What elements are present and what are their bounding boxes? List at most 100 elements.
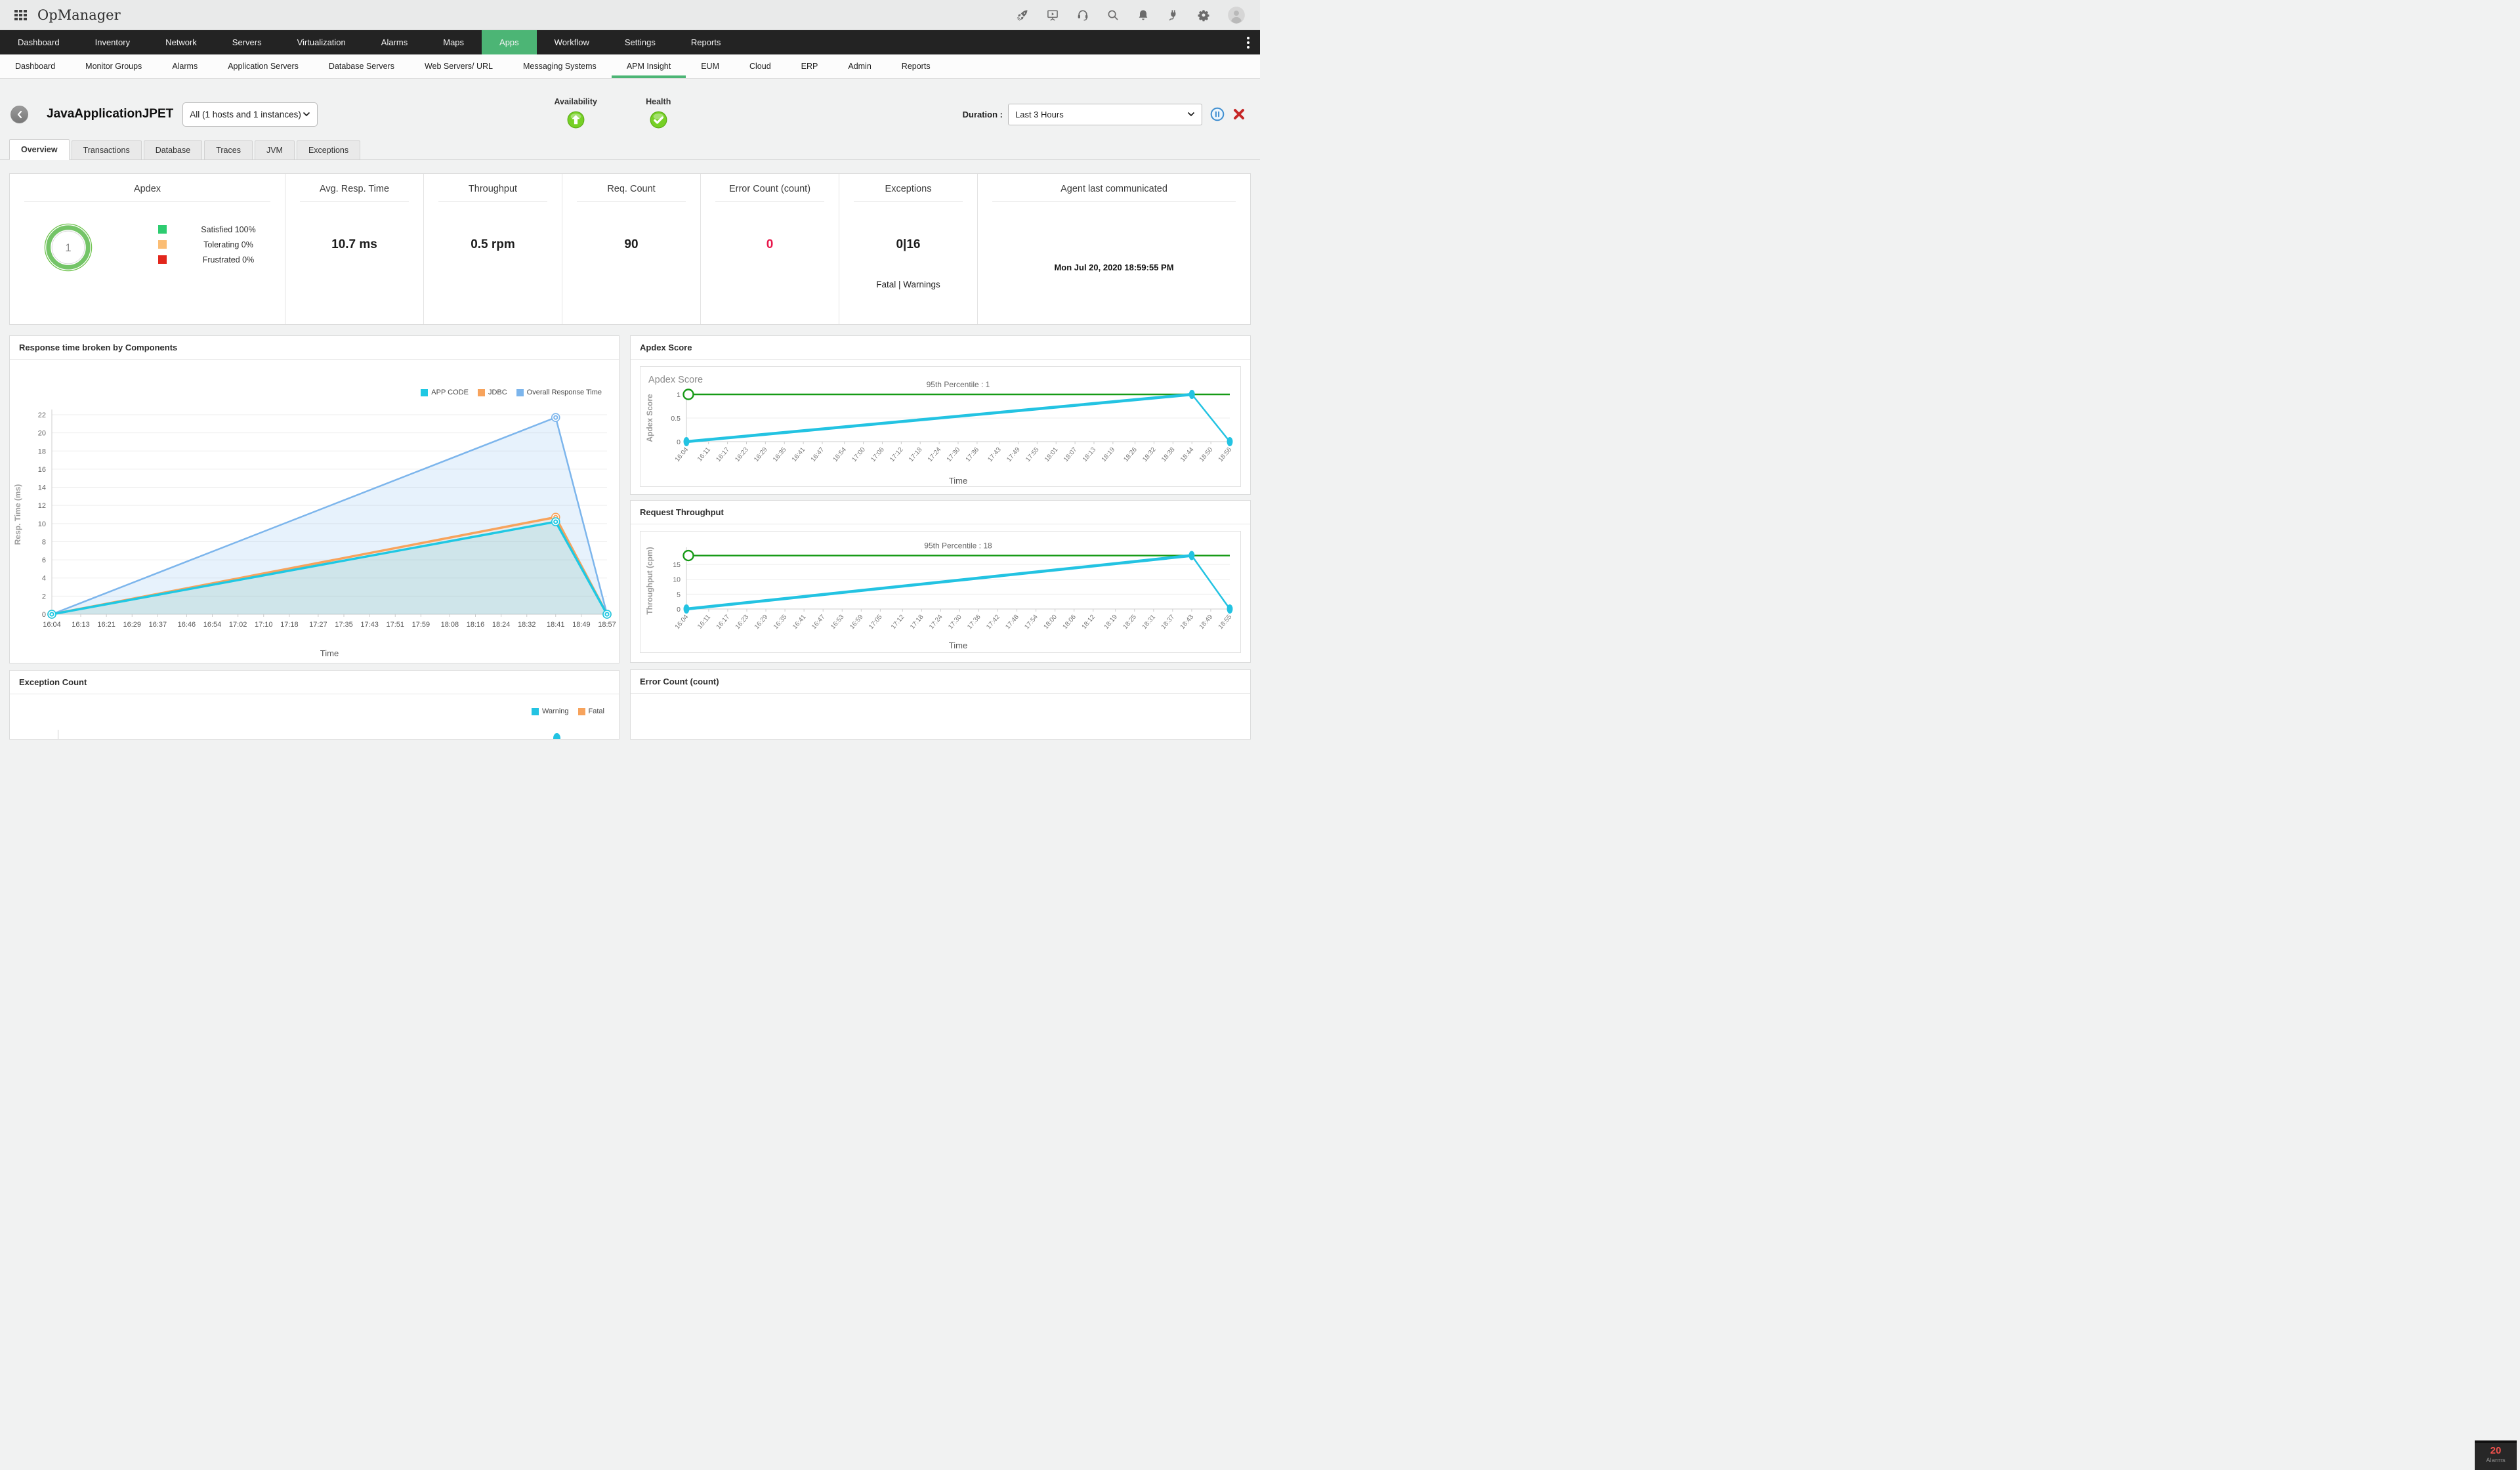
- nav-inventory[interactable]: Inventory: [77, 30, 148, 54]
- svg-text:16:21: 16:21: [97, 621, 116, 629]
- settings-gear-icon[interactable]: [1197, 9, 1210, 22]
- support-headset-icon[interactable]: [1076, 9, 1089, 22]
- tolerating-swatch: [158, 240, 167, 249]
- svg-text:18:32: 18:32: [1141, 446, 1158, 464]
- user-avatar[interactable]: [1227, 6, 1246, 24]
- legend-item-overall-response-time[interactable]: Overall Response Time: [516, 388, 602, 396]
- svg-text:16:35: 16:35: [772, 446, 788, 464]
- nav-apps[interactable]: Apps: [482, 30, 537, 54]
- tab-jvm[interactable]: JVM: [255, 140, 295, 159]
- svg-text:16:11: 16:11: [696, 614, 712, 631]
- error-count-panel-title: Error Count (count): [631, 670, 1250, 694]
- exceptions-value[interactable]: 0|16: [839, 238, 977, 252]
- pause-refresh-button[interactable]: [1210, 107, 1225, 121]
- duration-group: Duration : Last 3 Hours: [963, 104, 1246, 125]
- host-instance-select[interactable]: All (1 hosts and 1 instances): [182, 102, 318, 127]
- health-block: Health: [634, 97, 682, 132]
- plugin-icon[interactable]: [1167, 9, 1180, 22]
- tab-overview[interactable]: Overview: [9, 139, 70, 160]
- subnav-alarms[interactable]: Alarms: [157, 54, 213, 78]
- subnav-apm-insight[interactable]: APM Insight: [612, 54, 686, 78]
- kebab-menu-icon[interactable]: [1236, 30, 1260, 54]
- tab-database[interactable]: Database: [144, 140, 203, 159]
- legend-item-warning[interactable]: Warning: [532, 707, 569, 715]
- tab-traces[interactable]: Traces: [204, 140, 253, 159]
- subnav-web-servers-url[interactable]: Web Servers/ URL: [410, 54, 508, 78]
- svg-text:18:24: 18:24: [492, 621, 511, 629]
- svg-text:Apdex Score: Apdex Score: [645, 394, 654, 442]
- svg-text:18:13: 18:13: [1082, 446, 1098, 464]
- req-count-card: Req. Count 90: [562, 174, 701, 324]
- nav-settings[interactable]: Settings: [607, 30, 673, 54]
- nav-servers[interactable]: Servers: [215, 30, 280, 54]
- nav-maps[interactable]: Maps: [425, 30, 482, 54]
- subnav-reports[interactable]: Reports: [887, 54, 946, 78]
- svg-text:17:43: 17:43: [360, 621, 379, 629]
- tab-transactions[interactable]: Transactions: [72, 140, 142, 159]
- svg-text:Throughput (cpm): Throughput (cpm): [645, 547, 654, 614]
- svg-text:18:31: 18:31: [1141, 614, 1158, 631]
- close-button[interactable]: [1232, 108, 1246, 121]
- svg-text:16:46: 16:46: [178, 621, 196, 629]
- nav-alarms[interactable]: Alarms: [364, 30, 425, 54]
- nav-reports[interactable]: Reports: [673, 30, 739, 54]
- svg-text:17:12: 17:12: [889, 446, 905, 464]
- svg-text:16: 16: [38, 466, 46, 474]
- legend-swatch: [478, 389, 485, 396]
- rocket-icon[interactable]: [1016, 9, 1029, 22]
- subnav-cloud[interactable]: Cloud: [734, 54, 786, 78]
- svg-text:16:41: 16:41: [791, 614, 808, 631]
- nav-workflow[interactable]: Workflow: [537, 30, 607, 54]
- svg-text:17:54: 17:54: [1023, 614, 1040, 631]
- notifications-bell-icon[interactable]: [1137, 9, 1150, 22]
- svg-text:16:04: 16:04: [674, 446, 690, 464]
- svg-text:17:30: 17:30: [946, 446, 962, 464]
- subnav-database-servers[interactable]: Database Servers: [314, 54, 410, 78]
- error-count-value[interactable]: 0: [701, 238, 839, 252]
- apdex-card: Apdex 1 Satisfied 100% Tolerating 0%: [10, 174, 285, 324]
- svg-text:16:41: 16:41: [791, 446, 807, 464]
- subnav-messaging-systems[interactable]: Messaging Systems: [508, 54, 612, 78]
- legend-row-tolerating: Tolerating 0%: [158, 240, 265, 249]
- subnav-dashboard[interactable]: Dashboard: [0, 54, 70, 78]
- frustrated-swatch: [158, 255, 167, 264]
- apps-grid-icon[interactable]: [14, 10, 27, 20]
- subnav-application-servers[interactable]: Application Servers: [213, 54, 314, 78]
- back-button[interactable]: [10, 106, 28, 123]
- nav-virtualization[interactable]: Virtualization: [280, 30, 364, 54]
- monitor-tabs: Overview Transactions Database Traces JV…: [0, 139, 1260, 160]
- apdex-score-value: 1: [65, 242, 71, 254]
- subnav-erp[interactable]: ERP: [786, 54, 833, 78]
- demo-player-icon[interactable]: [1046, 9, 1059, 22]
- subnav-eum[interactable]: EUM: [686, 54, 734, 78]
- svg-text:5: 5: [677, 591, 681, 598]
- legend-label: JDBC: [488, 388, 507, 396]
- svg-text:18:25: 18:25: [1122, 614, 1139, 631]
- svg-text:14: 14: [38, 484, 46, 492]
- request-throughput-title: Request Throughput: [631, 501, 1250, 524]
- apdex-score-title: Apdex Score: [631, 336, 1250, 360]
- legend-item-app-code[interactable]: APP CODE: [421, 388, 469, 396]
- duration-select[interactable]: Last 3 Hours: [1008, 104, 1202, 125]
- exception-count-legend: Warning Fatal: [532, 707, 604, 715]
- close-icon: [1232, 108, 1246, 121]
- svg-text:16:35: 16:35: [772, 614, 789, 631]
- nav-dashboard[interactable]: Dashboard: [0, 30, 77, 54]
- svg-text:17:02: 17:02: [229, 621, 247, 629]
- svg-text:18:37: 18:37: [1160, 614, 1177, 631]
- subnav-monitor-groups[interactable]: Monitor Groups: [70, 54, 157, 78]
- legend-item-fatal[interactable]: Fatal: [578, 707, 604, 715]
- nav-network[interactable]: Network: [148, 30, 215, 54]
- availability-label: Availability: [554, 97, 597, 106]
- svg-text:16:23: 16:23: [734, 446, 750, 464]
- search-icon[interactable]: [1106, 9, 1120, 22]
- svg-text:17:24: 17:24: [928, 614, 944, 631]
- legend-item-jdbc[interactable]: JDBC: [478, 388, 507, 396]
- svg-text:95th Percentile : 1: 95th Percentile : 1: [927, 380, 990, 389]
- tab-exceptions[interactable]: Exceptions: [297, 140, 360, 159]
- alarms-badge[interactable]: 20 Alarms: [2475, 1440, 2517, 1470]
- subnav-admin[interactable]: Admin: [833, 54, 886, 78]
- svg-text:18:38: 18:38: [1160, 446, 1177, 464]
- svg-text:16:47: 16:47: [810, 614, 827, 631]
- svg-text:18:19: 18:19: [1102, 614, 1119, 631]
